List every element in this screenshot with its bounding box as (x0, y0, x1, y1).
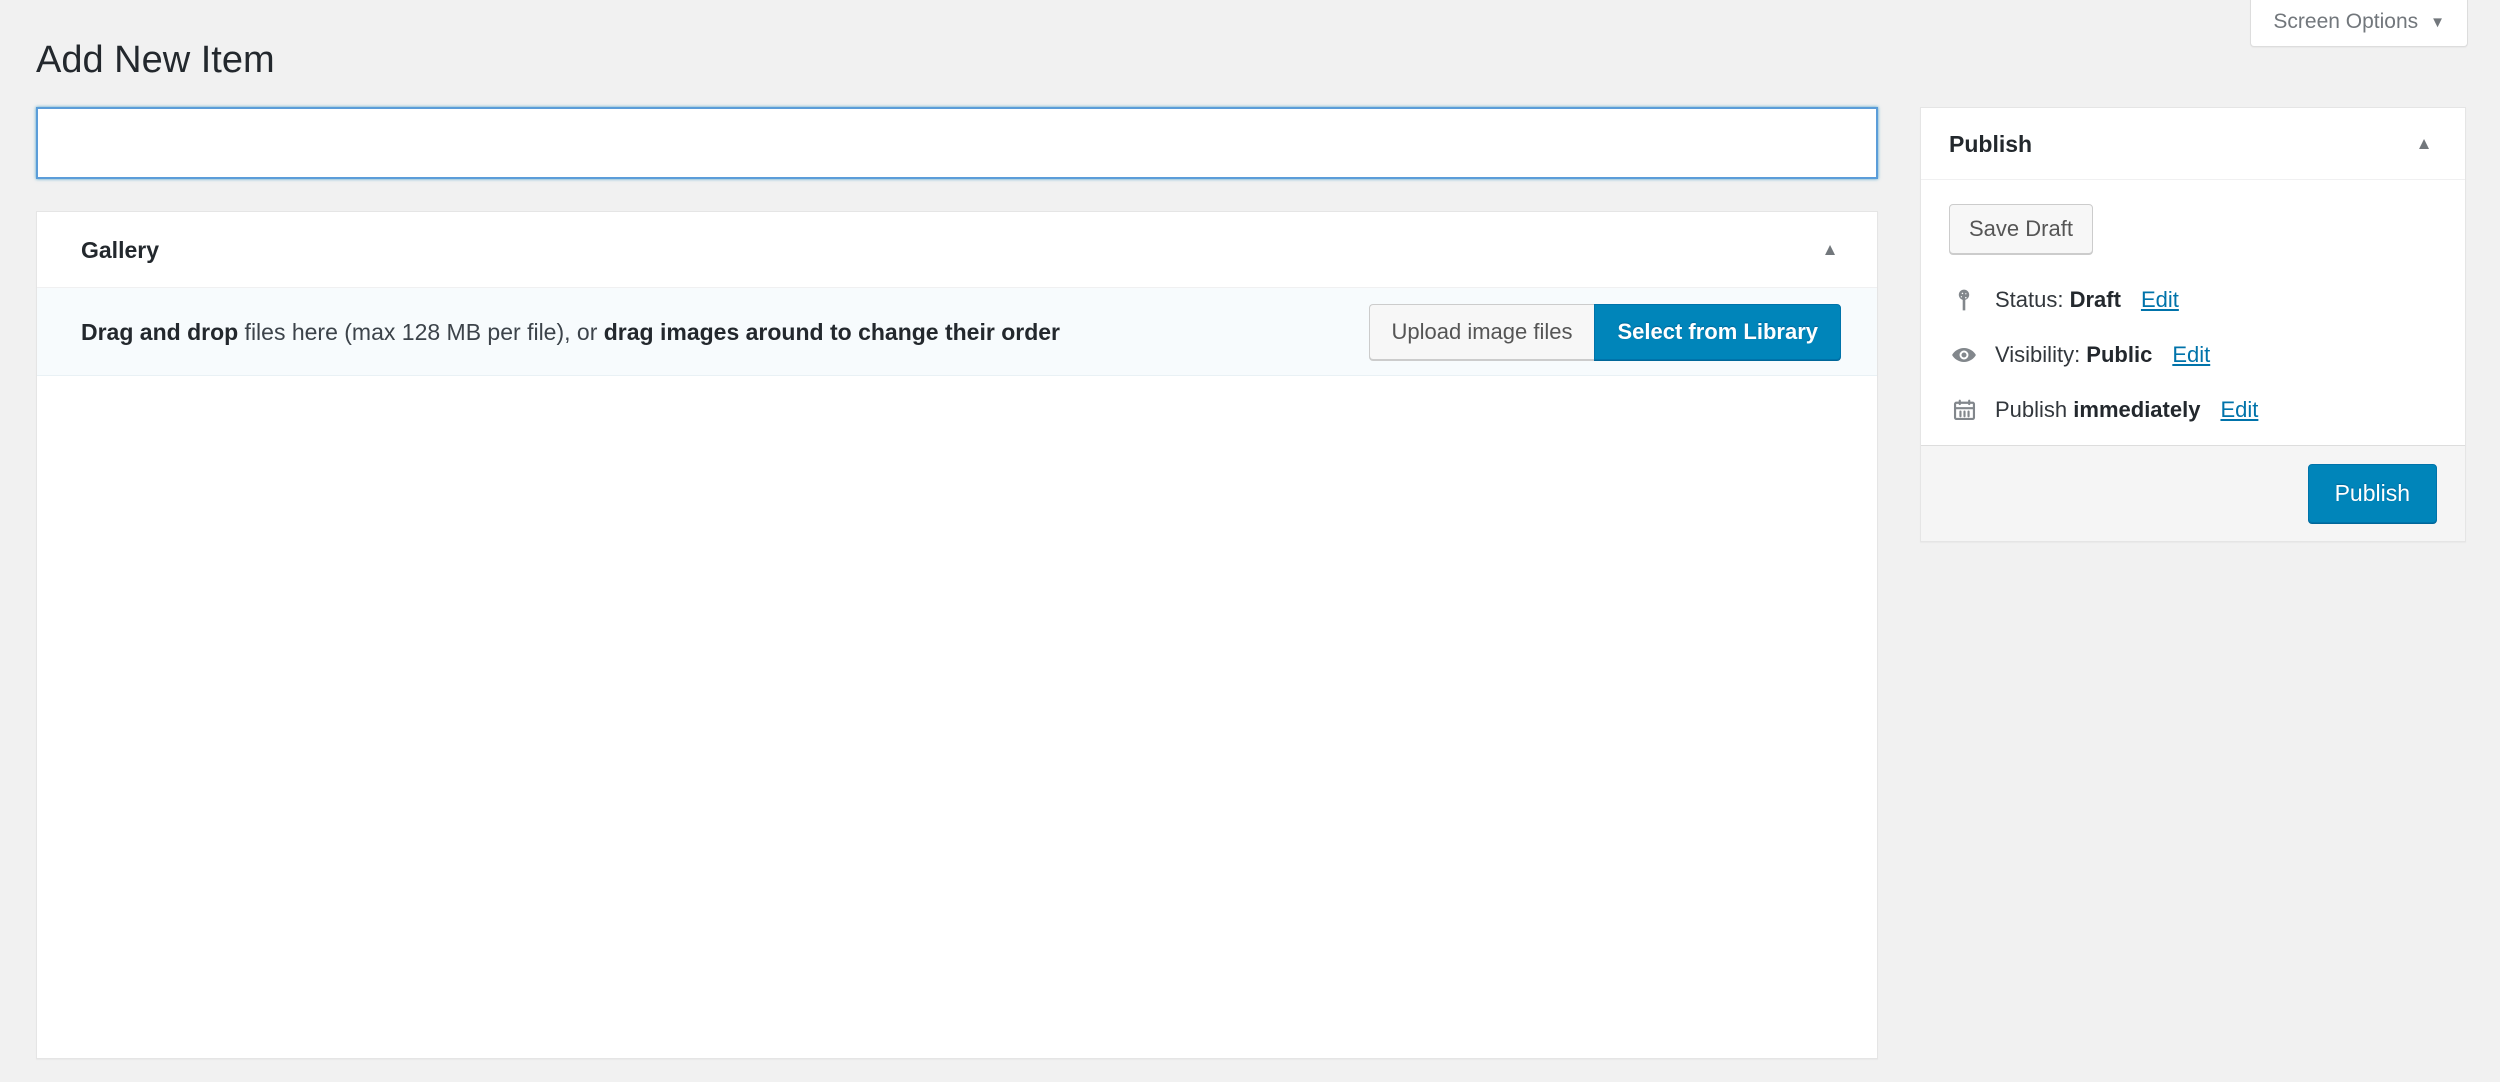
calendar-icon (1949, 395, 1979, 425)
gallery-panel-title: Gallery (81, 236, 159, 263)
publish-date-text: Publish immediately (1995, 393, 2200, 426)
publish-panel-body: Save Draft Status: Draft Edit Visibility… (1921, 180, 2465, 445)
publish-visibility-label: Visibility: (1995, 342, 2087, 368)
edit-publish-date-link[interactable]: Edit (2220, 393, 2258, 426)
chevron-up-icon: ▲ (2415, 133, 2433, 153)
gallery-collapse-toggle[interactable]: ▲ (1803, 223, 1857, 277)
gallery-uploader-bar: Drag and drop files here (max 128 MB per… (37, 288, 1877, 377)
publish-button[interactable]: Publish (2307, 464, 2437, 524)
publish-date-label: Publish (1995, 397, 2074, 423)
edit-status-link[interactable]: Edit (2141, 283, 2179, 316)
publish-panel-title: Publish (1949, 130, 2033, 157)
publish-collapse-toggle[interactable]: ▲ (2397, 117, 2451, 171)
drop-instructions-emphasis: drag images around to change their order (603, 318, 1060, 345)
gallery-panel: Gallery ▲ Drag and drop files here (max … (36, 211, 1878, 1060)
publish-status-text: Status: Draft (1995, 283, 2121, 316)
publish-visibility-value: Public (2086, 342, 2153, 368)
publish-status-row: Status: Draft Edit (1949, 272, 2437, 327)
screen-options-label: Screen Options (2273, 10, 2419, 33)
gallery-drop-area[interactable] (37, 376, 1877, 1059)
publish-visibility-text: Visibility: Public (1995, 338, 2152, 371)
save-draft-button[interactable]: Save Draft (1949, 204, 2093, 255)
publish-status-value: Draft (2069, 287, 2121, 313)
publish-panel-header: Publish ▲ (1921, 108, 2465, 181)
page-title: Add New Item (36, 39, 275, 81)
drop-instructions: Drag and drop files here (max 128 MB per… (81, 316, 1060, 348)
publish-date-value: immediately (2073, 397, 2201, 423)
main-column: Gallery ▲ Drag and drop files here (max … (36, 107, 1878, 1060)
side-column: Publish ▲ Save Draft Status: Draft Edit … (1920, 107, 2466, 543)
drop-instructions-middle: files here (max 128 MB per file), or (238, 318, 604, 345)
gallery-panel-header: Gallery ▲ (37, 212, 1877, 289)
eye-icon (1949, 340, 1979, 370)
upload-image-files-button[interactable]: Upload image files (1368, 303, 1595, 360)
title-field-wrap (36, 107, 1878, 180)
publish-date-row: Publish immediately Edit (1949, 382, 2437, 437)
publish-panel: Publish ▲ Save Draft Status: Draft Edit … (1920, 107, 2466, 543)
edit-visibility-link[interactable]: Edit (2172, 338, 2210, 371)
uploader-actions: Upload image files Select from Library (1368, 303, 1841, 360)
major-publishing-actions: Publish (1921, 445, 2465, 542)
publish-status-label: Status: (1995, 287, 2070, 313)
screen-options-button[interactable]: Screen Options ▼ (2250, 0, 2468, 48)
screen-meta-links: Screen Options ▼ (2250, 0, 2468, 48)
chevron-down-icon: ▼ (2430, 14, 2445, 32)
publish-visibility-row: Visibility: Public Edit (1949, 327, 2437, 382)
chevron-up-icon: ▲ (1821, 239, 1839, 259)
select-from-library-button[interactable]: Select from Library (1594, 303, 1841, 360)
page-wrap: Add New Item Gallery ▲ Drag and drop fil… (0, 0, 2500, 1060)
post-title-input[interactable] (36, 107, 1878, 180)
minor-publishing-actions: Save Draft (1949, 196, 2437, 272)
drop-instructions-lead: Drag and drop (81, 318, 239, 345)
post-status-pin-icon (1949, 285, 1979, 315)
